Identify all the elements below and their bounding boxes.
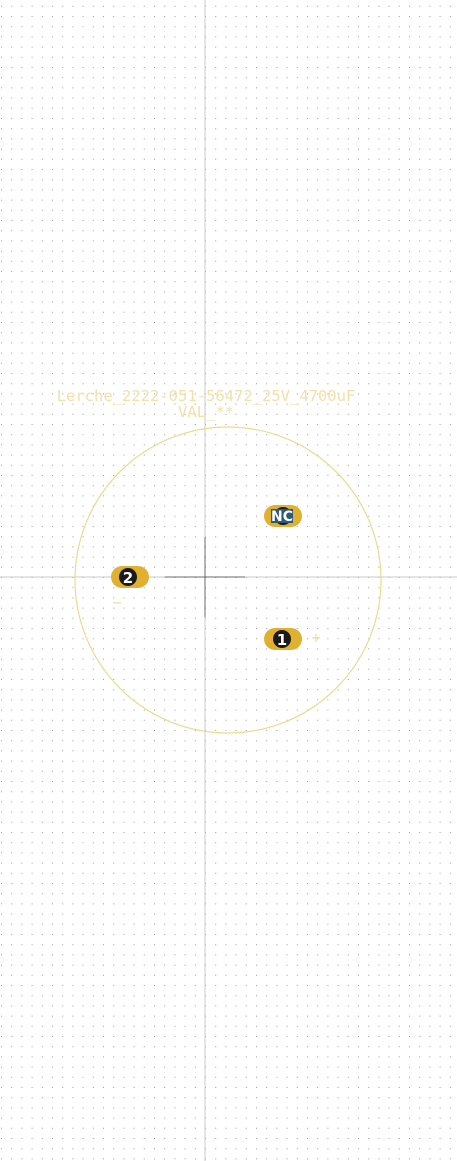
pad-1-label: 1 [277,631,287,649]
value-text[interactable]: VAL_** [178,403,234,421]
pad-1[interactable]: 1 [264,628,302,650]
pad-nc-label: NC [271,509,293,525]
positive-polarity-mark: + [311,628,321,647]
footprint-view[interactable]: Lerche_2222-051-56472_25V_4700uF VAL_** … [0,0,457,1161]
grid-dot-pattern [1,5,451,1160]
pcb-footprint-canvas[interactable]: Lerche_2222-051-56472_25V_4700uF VAL_** … [0,0,457,1161]
grid-dots [1,5,451,1160]
pad-2-label: 2 [123,569,133,587]
negative-polarity-mark: − [112,593,122,612]
pad-nc[interactable]: NC [264,505,302,527]
pad-2[interactable]: 2 [111,566,149,588]
